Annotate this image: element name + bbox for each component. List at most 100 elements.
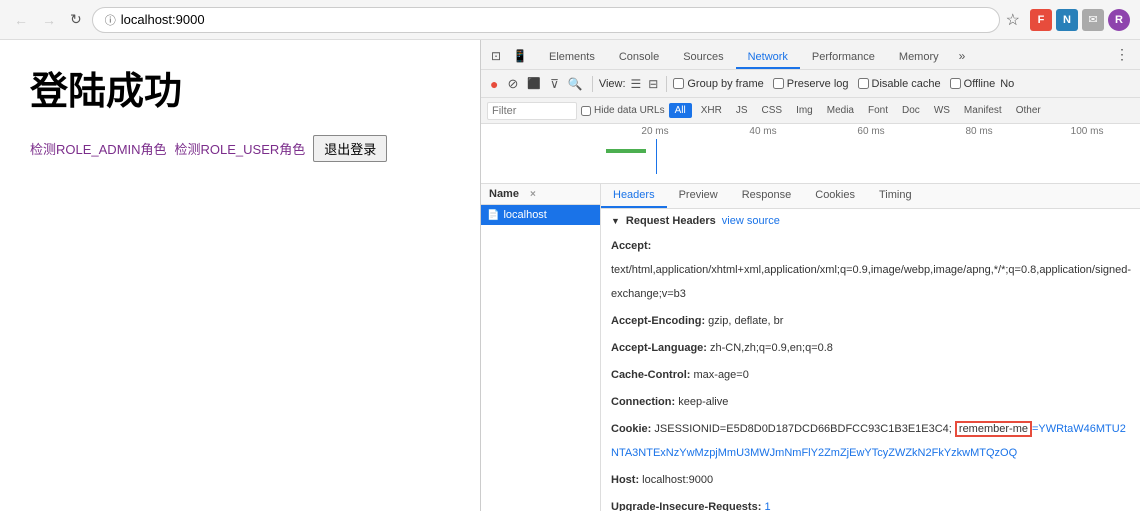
header-name-accept-encoding: Accept-Encoding:	[611, 315, 708, 327]
devtools-menu-button[interactable]: ⋮	[1107, 42, 1137, 67]
filter-js-pill[interactable]: JS	[731, 104, 753, 117]
network-item-name: localhost	[503, 209, 546, 221]
network-toolbar: ● ⊘ ⬛ ⊽ 🔍 View: ☰ ⊟ Group by frame Prese…	[481, 70, 1140, 98]
filter-other-pill[interactable]: Other	[1011, 104, 1046, 117]
role-admin-link[interactable]: 检测ROLE_ADMIN角色	[30, 139, 167, 158]
request-headers-section: ▼ Request Headers view source Accept: te…	[601, 209, 1140, 511]
tl-label-100ms: 100 ms	[1033, 126, 1140, 137]
detail-tab-response[interactable]: Response	[730, 184, 804, 208]
header-value-accept: text/html,application/xhtml+xml,applicat…	[611, 264, 1131, 300]
tab-sources[interactable]: Sources	[671, 47, 735, 69]
record-button[interactable]: ●	[487, 76, 501, 92]
details-panel: Headers Preview Response Cookies Timing …	[601, 184, 1140, 511]
tab-memory[interactable]: Memory	[887, 47, 951, 69]
filter-ws-pill[interactable]: WS	[929, 104, 955, 117]
devtools-main: Name × 📄 localhost Headers Preview Respo…	[481, 184, 1140, 511]
tab-performance[interactable]: Performance	[800, 47, 887, 69]
name-panel-header: Name ×	[481, 184, 600, 205]
section-arrow: ▼	[611, 216, 620, 226]
refresh-button[interactable]: ↻	[66, 9, 86, 30]
header-name-cache-control: Cache-Control:	[611, 369, 694, 381]
detail-tab-preview[interactable]: Preview	[667, 184, 730, 208]
header-value-cache-control: max-age=0	[694, 369, 749, 381]
header-connection: Connection: keep-alive	[611, 389, 1131, 413]
preserve-log-label[interactable]: Preserve log	[773, 78, 849, 90]
offline-checkbox[interactable]	[950, 78, 961, 89]
tab-console[interactable]: Console	[607, 47, 671, 69]
group-by-frame-checkbox[interactable]	[673, 78, 684, 89]
ext1-button[interactable]: F	[1030, 9, 1052, 31]
filter-manifest-pill[interactable]: Manifest	[959, 104, 1007, 117]
request-headers-title: ▼ Request Headers view source	[611, 215, 1131, 227]
bookmark-icon[interactable]: ☆	[1006, 10, 1020, 30]
header-value-upgrade: 1	[764, 501, 770, 511]
tl-label-40ms: 40 ms	[709, 126, 817, 137]
detail-tab-cookies[interactable]: Cookies	[803, 184, 867, 208]
filter-css-pill[interactable]: CSS	[757, 104, 788, 117]
filter-img-pill[interactable]: Img	[791, 104, 818, 117]
header-value-accept-language: zh-CN,zh;q=0.9,en;q=0.8	[710, 342, 833, 354]
tl-label-20ms: 20 ms	[601, 126, 709, 137]
header-value-cookie-before: JSESSIONID=E5D8D0D187DCD66BDFCC93C1B3E1E…	[654, 423, 955, 435]
url-text: localhost:9000	[121, 12, 205, 27]
header-value-connection: keep-alive	[678, 396, 728, 408]
extensions: F N ✉ R	[1030, 9, 1130, 31]
device-icon[interactable]: 📱	[509, 45, 531, 67]
role-user-link[interactable]: 检测ROLE_USER角色	[175, 139, 306, 158]
filter-all-pill[interactable]: All	[669, 103, 692, 118]
video-button[interactable]: ⬛	[524, 77, 544, 90]
header-name-host: Host:	[611, 474, 642, 486]
ext3-button[interactable]: ✉	[1082, 9, 1104, 31]
forward-button[interactable]: →	[38, 10, 60, 30]
hide-data-urls-label[interactable]: Hide data URLs	[581, 105, 665, 116]
ext2-button[interactable]: N	[1056, 9, 1078, 31]
header-accept: Accept: text/html,application/xhtml+xml,…	[611, 233, 1131, 305]
filter-input[interactable]	[487, 102, 577, 120]
preserve-log-checkbox[interactable]	[773, 78, 784, 89]
network-row-localhost[interactable]: 📄 localhost	[481, 205, 600, 225]
header-name-accept-language: Accept-Language:	[611, 342, 710, 354]
tab-network[interactable]: Network	[736, 47, 800, 69]
list-view-icon[interactable]: ☰	[629, 77, 644, 91]
logout-button[interactable]: 退出登录	[313, 135, 387, 162]
disable-cache-checkbox[interactable]	[858, 78, 869, 89]
grid-view-icon[interactable]: ⊟	[646, 77, 660, 91]
header-accept-encoding: Accept-Encoding: gzip, deflate, br	[611, 308, 1131, 332]
url-bar[interactable]: ⓘ localhost:9000	[92, 7, 1000, 33]
filter-media-pill[interactable]: Media	[822, 104, 859, 117]
group-by-frame-label[interactable]: Group by frame	[673, 78, 763, 90]
devtools-tabs: ⊡ 📱 Elements Console Sources Network Per…	[481, 40, 1140, 70]
file-icon: 📄	[487, 210, 499, 221]
clear-button[interactable]: ⊘	[504, 76, 521, 92]
back-button[interactable]: ←	[10, 10, 32, 30]
header-accept-language: Accept-Language: zh-CN,zh;q=0.9,en;q=0.8	[611, 335, 1131, 359]
page-title: 登陆成功	[30, 60, 450, 115]
page-links: 检测ROLE_ADMIN角色 检测ROLE_USER角色 退出登录	[30, 135, 450, 162]
detail-tab-timing[interactable]: Timing	[867, 184, 924, 208]
view-source-link[interactable]: view source	[722, 215, 780, 227]
filter-font-pill[interactable]: Font	[863, 104, 893, 117]
filter-xhr-pill[interactable]: XHR	[696, 104, 727, 117]
tab-elements[interactable]: Elements	[537, 47, 607, 69]
timeline-bar	[606, 149, 646, 153]
inspector-icon[interactable]: ⊡	[485, 45, 507, 67]
header-name-accept: Accept:	[611, 240, 651, 252]
header-cookie: Cookie: JSESSIONID=E5D8D0D187DCD66BDFCC9…	[611, 416, 1131, 464]
header-cache-control: Cache-Control: max-age=0	[611, 362, 1131, 386]
header-host: Host: localhost:9000	[611, 467, 1131, 491]
header-upgrade: Upgrade-Insecure-Requests: 1	[611, 494, 1131, 511]
more-tabs-button[interactable]: »	[951, 45, 974, 67]
tl-label-80ms: 80 ms	[925, 126, 1033, 137]
ext4-button[interactable]: R	[1108, 9, 1130, 31]
header-name-connection: Connection:	[611, 396, 678, 408]
devtools-panel: ⊡ 📱 Elements Console Sources Network Per…	[480, 40, 1140, 511]
timeline-cursor	[656, 139, 657, 174]
hide-data-urls-checkbox[interactable]	[581, 106, 591, 116]
header-value-accept-encoding: gzip, deflate, br	[708, 315, 783, 327]
detail-tab-headers[interactable]: Headers	[601, 184, 667, 208]
filter-doc-pill[interactable]: Doc	[897, 104, 925, 117]
disable-cache-label[interactable]: Disable cache	[858, 78, 941, 90]
search-icon[interactable]: 🔍	[565, 77, 586, 91]
filter-icon[interactable]: ⊽	[547, 77, 562, 91]
offline-label[interactable]: Offline	[950, 78, 996, 90]
